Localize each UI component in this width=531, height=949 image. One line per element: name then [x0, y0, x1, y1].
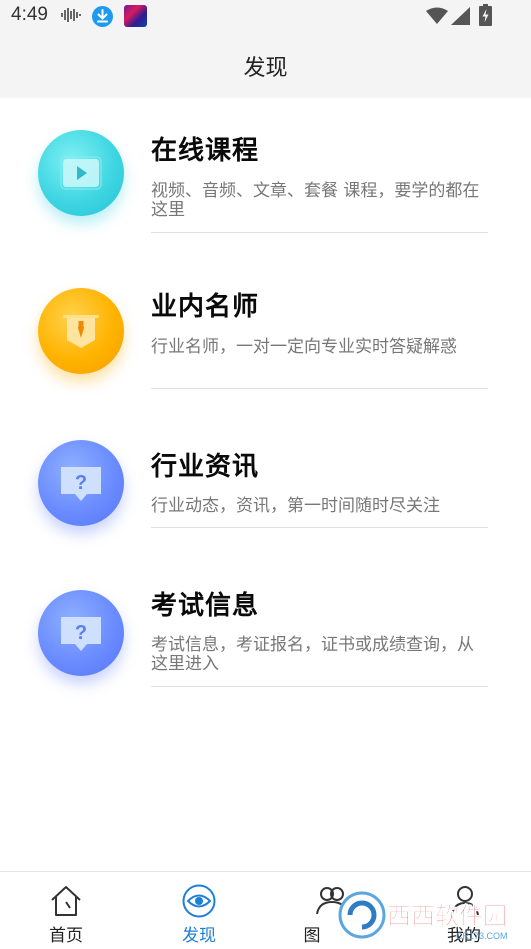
watermark-subtext: CR173.COM: [456, 931, 508, 941]
feature-title: 业内名师: [151, 292, 260, 322]
status-bar: 4:49: [0, 0, 531, 32]
nav-home[interactable]: 首页: [0, 872, 132, 949]
app-thumbnail: [124, 5, 147, 27]
feature-divider: [151, 232, 488, 233]
feature-famous-teacher[interactable]: 业内名师 行业名师，一对一定向专业实时答疑解惑: [0, 270, 531, 420]
wifi-icon: [426, 7, 448, 24]
battery-icon: [479, 4, 492, 26]
feature-desc: 行业名师，一对一定向专业实时答疑解惑: [151, 337, 457, 357]
watermark-text: 西西软件园: [387, 902, 507, 930]
feature-title: 考试信息: [151, 591, 260, 621]
question-bubble-icon: ?: [38, 440, 124, 526]
svg-text:?: ?: [75, 472, 87, 494]
feature-title: 行业资讯: [151, 452, 260, 482]
video-play-icon: [38, 130, 124, 216]
signal-icon: [451, 7, 470, 25]
audio-wave-icon: [61, 8, 81, 22]
feature-title: 在线课程: [151, 136, 260, 166]
home-icon: [51, 886, 81, 916]
feature-industry-news[interactable]: ? 行业资讯 行业动态，资讯，第一时间随时尽关注: [0, 428, 531, 578]
download-icon: [92, 6, 113, 27]
feature-exam-info[interactable]: ? 考试信息 考试信息，考证报名，证书或成绩查询，从这里进入: [0, 578, 531, 728]
svg-text:?: ?: [75, 622, 87, 644]
feature-divider: [151, 388, 488, 389]
feature-desc: 行业动态，资讯，第一时间随时尽关注: [151, 496, 440, 516]
feature-desc: 视频、音频、文章、套餐 课程，要学的都在这里: [151, 181, 480, 220]
feature-divider: [151, 527, 488, 528]
status-time: 4:49: [11, 4, 48, 25]
eye-icon: [182, 884, 216, 918]
teacher-banner-icon: [38, 288, 124, 374]
feature-divider: [151, 686, 488, 687]
question-bubble-icon: ?: [38, 590, 124, 676]
feature-online-course[interactable]: 在线课程 视频、音频、文章、套餐 课程，要学的都在这里: [0, 110, 531, 260]
page-title: 发现: [243, 56, 288, 81]
watermark-logo: 西西软件园 CR173.COM: [338, 891, 508, 941]
title-bar: 发现: [0, 32, 531, 98]
feature-desc: 考试信息，考证报名，证书或成绩查询，从这里进入: [151, 635, 474, 674]
nav-label-home: 首页: [49, 926, 83, 946]
